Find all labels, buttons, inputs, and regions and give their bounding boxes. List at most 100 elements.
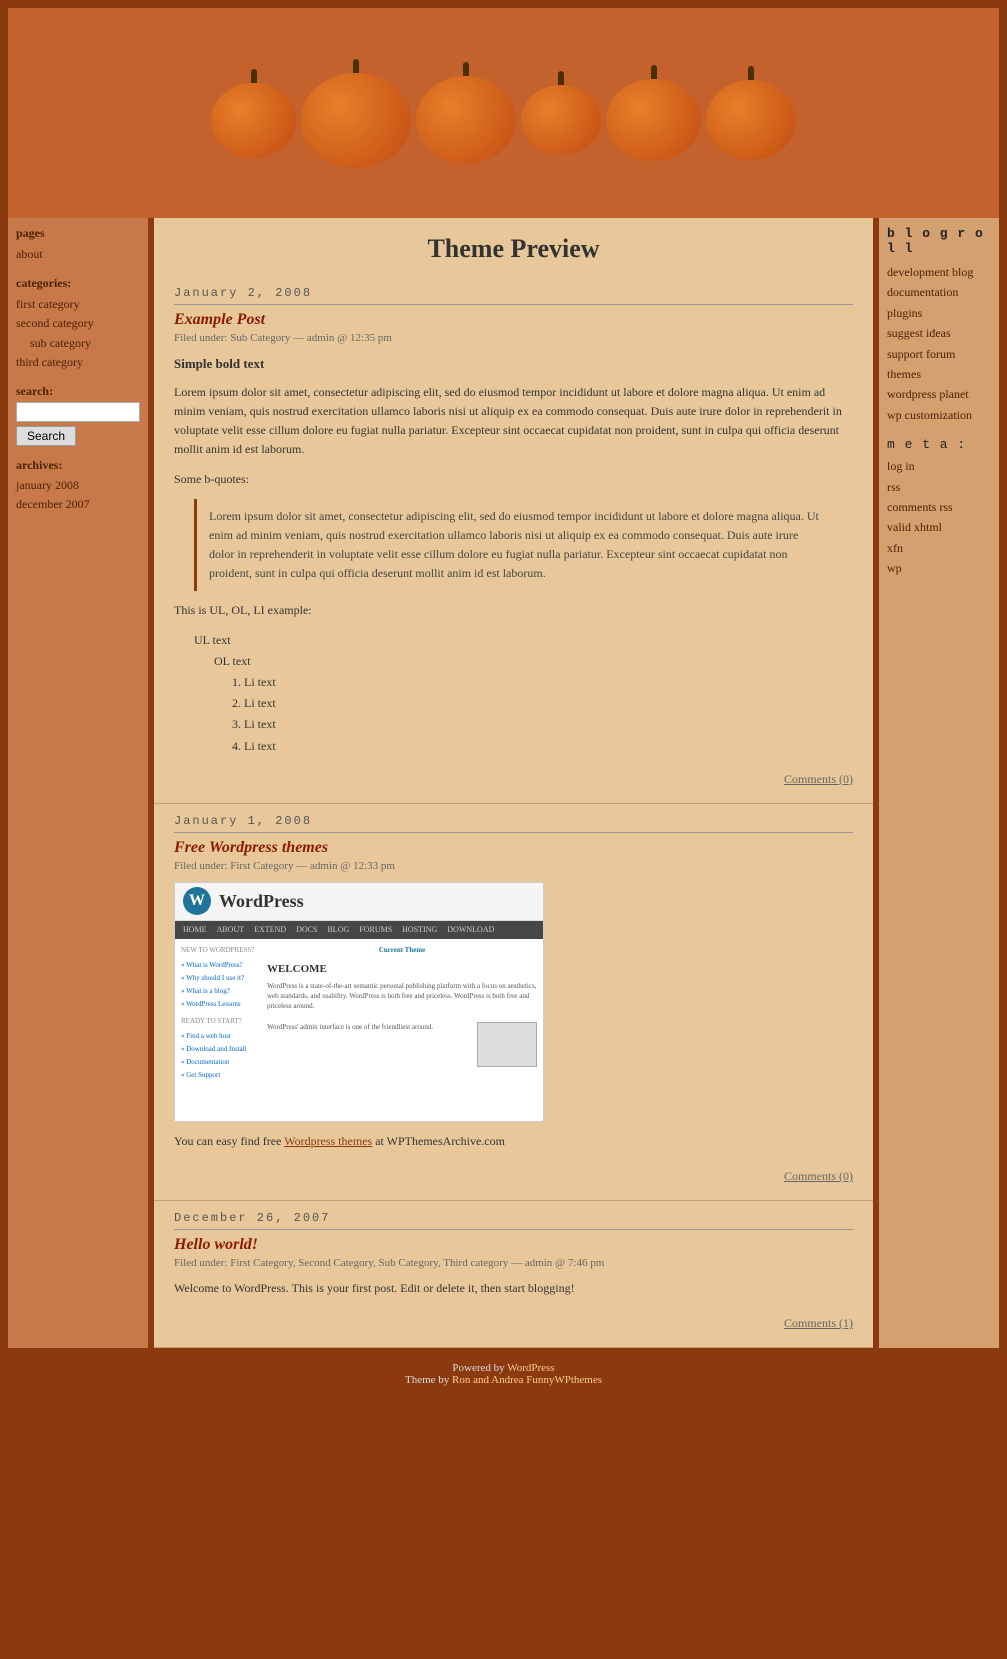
post-meta: Filed under: First Category, Second Cate… — [174, 1257, 853, 1269]
search-input[interactable] — [16, 402, 140, 422]
left-sidebar: pages about categories: first category s… — [8, 218, 148, 1348]
list-item: documentation — [887, 282, 991, 302]
post-date: January 1, 2008 — [174, 814, 853, 833]
pumpkin-stem — [651, 65, 657, 79]
dev-blog-link[interactable]: development blog — [887, 265, 973, 279]
list-item: wordpress planet — [887, 384, 991, 404]
list-item: Li text — [244, 673, 853, 692]
footer: Powered by WordPress Theme by Ron and An… — [8, 1354, 999, 1390]
nav-about: ABOUT — [217, 924, 245, 937]
login-link[interactable]: log in — [887, 459, 915, 473]
post-title-link[interactable]: Example Post — [174, 311, 265, 328]
comments-link[interactable]: Comments (0) — [174, 1161, 853, 1184]
comments-rss-link[interactable]: comments rss — [887, 500, 953, 514]
categories-section: categories: first category second catego… — [16, 276, 140, 372]
list-item: log in — [887, 456, 991, 476]
comments-link[interactable]: Comments (0) — [174, 764, 853, 787]
post-content: W WordPress HOME ABOUT EXTEND DOCS BLOG … — [174, 882, 853, 1151]
sub-category-link[interactable]: sub category — [30, 336, 91, 350]
pumpkin-6 — [706, 66, 796, 160]
list-item: january 2008 — [16, 476, 140, 495]
date-text: December 26, 2007 — [174, 1211, 330, 1225]
list-example: UL text OL text Li text Li text Li text … — [194, 631, 853, 756]
search-button[interactable]: Search — [16, 426, 76, 446]
rss-link[interactable]: rss — [887, 480, 900, 494]
first-category-link[interactable]: first category — [16, 297, 80, 311]
pumpkin-stem — [748, 66, 754, 80]
post-3: December 26, 2007 Hello world! Filed und… — [154, 1201, 873, 1348]
wp-link: » What is a blog? — [181, 986, 261, 997]
pumpkin-body — [416, 76, 516, 164]
categories-heading: categories: — [16, 276, 140, 291]
list-item: Li text — [244, 737, 853, 756]
archives-list: january 2008 december 2007 — [16, 476, 140, 514]
valid-xhtml-link[interactable]: valid xhtml — [887, 520, 942, 534]
date-text: January 1, 2008 — [174, 814, 312, 828]
archives-section: archives: january 2008 december 2007 — [16, 458, 140, 514]
archives-label: archives: — [16, 458, 140, 473]
wp-planet-link[interactable]: wordpress planet — [887, 387, 969, 401]
comments-link[interactable]: Comments (1) — [174, 1308, 853, 1331]
suggest-link[interactable]: suggest ideas — [887, 326, 951, 340]
pumpkin-3 — [416, 62, 516, 164]
january-2008-link[interactable]: january 2008 — [16, 478, 79, 492]
nav-home: HOME — [183, 924, 207, 937]
pumpkin-body — [606, 79, 701, 161]
post-2: January 1, 2008 Free Wordpress themes Fi… — [154, 804, 873, 1201]
page-wrapper: pages about categories: first category s… — [0, 0, 1007, 1398]
theme-label: Theme by — [405, 1374, 449, 1386]
wp-logo-circle: W — [183, 887, 211, 915]
search-label: search: — [16, 384, 140, 399]
post-title-link[interactable]: Free Wordpress themes — [174, 839, 328, 856]
plugins-link[interactable]: plugins — [887, 306, 922, 320]
wp-sidebar-text: READY TO START? — [181, 1016, 261, 1027]
blogroll-list: development blog documentation plugins s… — [887, 262, 991, 425]
pages-heading: pages — [16, 226, 140, 241]
wp-logo-text: WordPress — [219, 887, 304, 916]
docs-link[interactable]: documentation — [887, 285, 958, 299]
wp-custom-link[interactable]: wp customization — [887, 408, 972, 422]
wp-themes-link[interactable]: Wordpress themes — [284, 1134, 372, 1148]
wp-main: Current Theme WELCOME WordPress is a sta… — [267, 945, 537, 1081]
ordered-list: Li text Li text Li text Li text — [244, 673, 853, 756]
post-title[interactable]: Example Post — [174, 311, 853, 329]
main-content: Theme Preview January 2, 2008 Example Po… — [154, 218, 873, 1348]
wp-welcome: WELCOME — [267, 961, 537, 979]
theme-author-link[interactable]: Ron and Andrea FunnyWPthemes — [452, 1374, 602, 1386]
post-meta: Filed under: Sub Category — admin @ 12:3… — [174, 332, 853, 344]
wp-link: » WordPress Lessons — [181, 999, 261, 1010]
themes-link[interactable]: themes — [887, 367, 921, 381]
wp-body: NEW TO WORDPRESS? » What is WordPress? »… — [175, 939, 543, 1087]
about-link[interactable]: about — [16, 247, 43, 261]
wp-nav-bar: HOME ABOUT EXTEND DOCS BLOG FORUMS HOSTI… — [175, 921, 543, 940]
wp-link[interactable]: wp — [887, 561, 902, 575]
nav-forums: FORUMS — [359, 924, 392, 937]
post-content: Welcome to WordPress. This is your first… — [174, 1279, 853, 1298]
second-category-link[interactable]: second category — [16, 316, 94, 330]
main-layout: pages about categories: first category s… — [8, 218, 999, 1348]
list-item: suggest ideas — [887, 323, 991, 343]
pumpkin-1 — [211, 69, 296, 158]
list-label: This is UL, OL, LI example: — [174, 601, 853, 620]
support-link[interactable]: support forum — [887, 347, 955, 361]
third-category-link[interactable]: third category — [16, 355, 83, 369]
post-title: Hello world! — [174, 1236, 853, 1254]
paragraph-text: You can easy find free Wordpress themes … — [174, 1132, 853, 1151]
list-item: wp — [887, 558, 991, 578]
pumpkin-body — [521, 85, 601, 155]
wp-link: » Documentation — [181, 1057, 261, 1068]
wordpress-link[interactable]: WordPress — [507, 1362, 554, 1374]
paragraph-text: Welcome to WordPress. This is your first… — [174, 1279, 853, 1298]
list-item: first category — [16, 295, 140, 314]
wp-link: » Get Support — [181, 1070, 261, 1081]
list-item: xfn — [887, 538, 991, 558]
pumpkin-stem — [353, 59, 359, 73]
xfn-link[interactable]: xfn — [887, 541, 903, 555]
post-title-link[interactable]: Hello world! — [174, 1236, 258, 1253]
wp-link: » Why should I use it? — [181, 973, 261, 984]
list-item: Li text — [244, 715, 853, 734]
post-1: January 2, 2008 Example Post Filed under… — [154, 276, 873, 804]
pumpkin-2 — [301, 59, 411, 168]
december-2007-link[interactable]: december 2007 — [16, 497, 90, 511]
pumpkin-body — [706, 80, 796, 160]
